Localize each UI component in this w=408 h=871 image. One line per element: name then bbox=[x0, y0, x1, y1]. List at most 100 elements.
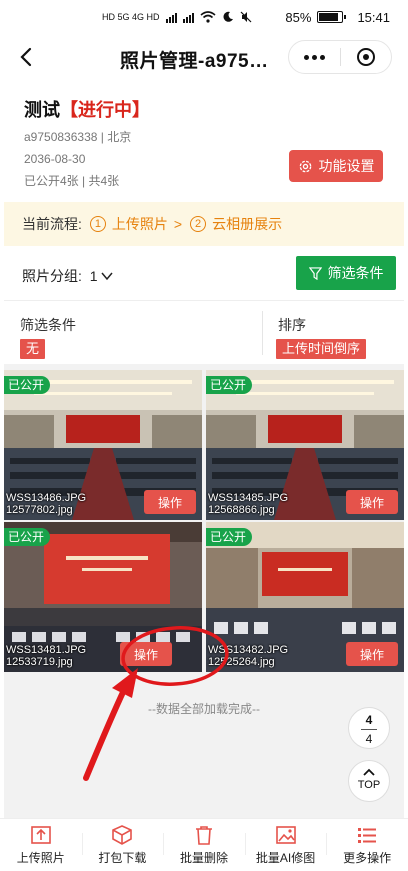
step-label-1: 上传照片 bbox=[111, 216, 168, 232]
filter-summary: 筛选条件 无 排序 上传时间倒序 bbox=[4, 300, 404, 364]
signal-icon bbox=[165, 11, 177, 23]
photo-card[interactable]: 已公开 WSS13486.JPG 12577802.jpg 操作 bbox=[4, 370, 202, 520]
photo-filename: WSS13481.JPG 12533719.jpg bbox=[6, 644, 86, 668]
tab-batch-delete[interactable]: 批量删除 bbox=[163, 819, 245, 871]
workflow-label: 当前流程: bbox=[22, 216, 82, 232]
filter-divider bbox=[262, 311, 263, 355]
photo-filename-line2: 12568866.jpg bbox=[208, 504, 275, 516]
caret-up-icon bbox=[363, 768, 375, 776]
close-button[interactable] bbox=[340, 41, 391, 73]
public-badge: 已公开 bbox=[4, 376, 51, 394]
mini-program-close-icon bbox=[356, 48, 375, 66]
public-badge: 已公开 bbox=[206, 376, 253, 394]
photo-filename-line2: 12525264.jpg bbox=[208, 656, 275, 668]
group-row: 照片分组: 1 筛选条件 bbox=[0, 256, 408, 292]
ai-image-edit-icon bbox=[275, 825, 296, 844]
more-button[interactable] bbox=[289, 41, 340, 73]
mute-icon bbox=[240, 11, 251, 23]
sort-value-tag[interactable]: 上传时间倒序 bbox=[276, 339, 367, 359]
photo-filename-line1: WSS13486.JPG bbox=[6, 492, 87, 504]
chevron-left-icon bbox=[20, 47, 32, 67]
step-number-1: 1 bbox=[89, 216, 106, 232]
public-badge: 已公开 bbox=[4, 528, 51, 546]
filter-value-tag[interactable]: 无 bbox=[20, 339, 46, 359]
battery-icon bbox=[317, 11, 347, 23]
album-title: 测试【进行中】 bbox=[24, 96, 384, 122]
page-title: 照片管理-a975… bbox=[120, 51, 269, 72]
group-label: 照片分组: bbox=[22, 268, 82, 284]
signal-icon-2 bbox=[182, 11, 194, 23]
page-indicator[interactable]: 4 4 bbox=[348, 707, 390, 749]
photo-filename-line1: WSS13482.JPG bbox=[208, 644, 289, 656]
filter-button[interactable]: 筛选条件 bbox=[296, 256, 396, 290]
album-header: 测试【进行中】 a9750836338 | 北京 2036-08-30 已公开4… bbox=[0, 84, 408, 196]
package-download-icon bbox=[112, 824, 133, 845]
network-label: HD 5G 4G HD bbox=[102, 12, 160, 22]
battery-percent: 85% bbox=[285, 9, 312, 25]
photo-card[interactable]: 已公开 WSS13482.JPG 12525264.jpg 操作 bbox=[206, 522, 404, 672]
photo-filename-line2: 12533719.jpg bbox=[6, 656, 73, 668]
back-to-top-label: TOP bbox=[357, 779, 381, 791]
tab-batch-ai-edit[interactable]: 批量AI修图 bbox=[244, 819, 327, 871]
group-value: 1 bbox=[89, 268, 98, 284]
trash-icon bbox=[195, 825, 212, 845]
back-to-top-button[interactable]: TOP bbox=[348, 760, 390, 802]
clock: 15:41 bbox=[357, 9, 390, 25]
filter-title: 筛选条件 bbox=[20, 317, 76, 333]
chevron-down-icon bbox=[101, 272, 114, 281]
network-indicators: HD 5G 4G HD bbox=[102, 11, 252, 23]
photo-filename-line1: WSS13481.JPG bbox=[6, 644, 87, 656]
bottom-action-bar: 上传照片 打包下载 批量删除 批量AI修图 更多操作 bbox=[0, 818, 408, 871]
workflow-bar: 当前流程: 1 上传照片 > 2 云相册展示 bbox=[4, 202, 404, 246]
photo-action-button[interactable]: 操作 bbox=[346, 490, 398, 514]
workflow-step-cloud[interactable]: 2 云相册展示 bbox=[190, 214, 282, 234]
page-total: 4 bbox=[365, 732, 373, 746]
tab-package-download-label: 打包下载 bbox=[98, 850, 147, 865]
tab-upload-label: 上传照片 bbox=[16, 850, 65, 865]
album-state: 【进行中】 bbox=[60, 100, 150, 120]
moon-icon bbox=[223, 11, 233, 22]
group-selector[interactable]: 照片分组: 1 bbox=[22, 266, 114, 286]
status-bar: HD 5G 4G HD 85% 15:41 bbox=[0, 0, 408, 34]
photo-action-button[interactable]: 操作 bbox=[346, 642, 398, 666]
album-id-location: a9750836338 | 北京 bbox=[24, 130, 132, 144]
photo-filename-line2: 12577802.jpg bbox=[6, 504, 73, 516]
photo-action-button[interactable]: 操作 bbox=[144, 490, 196, 514]
tab-more-label: 更多操作 bbox=[343, 850, 392, 865]
photo-filename: WSS13485.JPG 12568866.jpg bbox=[208, 492, 288, 516]
photo-filename: WSS13486.JPG 12577802.jpg bbox=[6, 492, 86, 516]
tab-batch-delete-label: 批量删除 bbox=[179, 850, 228, 865]
photo-action-button[interactable]: 操作 bbox=[120, 642, 172, 666]
back-button[interactable] bbox=[14, 42, 44, 72]
tab-more[interactable]: 更多操作 bbox=[326, 819, 408, 871]
album-name: 测试 bbox=[24, 100, 60, 120]
tab-package-download[interactable]: 打包下载 bbox=[81, 819, 164, 871]
load-complete-text: --数据全部加载完成-- bbox=[148, 702, 260, 716]
step-label-2: 云相册展示 bbox=[212, 216, 283, 232]
page-rule bbox=[361, 729, 377, 730]
menu-list-icon bbox=[358, 827, 377, 843]
funnel-icon bbox=[308, 266, 322, 280]
settings-label: 功能设置 bbox=[318, 158, 375, 174]
step-number-2: 2 bbox=[190, 216, 207, 232]
sort-title: 排序 bbox=[278, 317, 306, 333]
photo-filename-line1: WSS13485.JPG bbox=[208, 492, 289, 504]
photo-card[interactable]: 已公开 WSS13481.JPG 12533719.jpg 操作 bbox=[4, 522, 202, 672]
photo-filename: WSS13482.JPG 12525264.jpg bbox=[208, 644, 288, 668]
tab-upload[interactable]: 上传照片 bbox=[0, 819, 82, 871]
tab-batch-ai-edit-label: 批量AI修图 bbox=[255, 850, 316, 865]
wifi-icon bbox=[199, 11, 216, 23]
photo-card[interactable]: 已公开 WSS13485.JPG 12568866.jpg 操作 bbox=[206, 370, 404, 520]
mini-program-capsule bbox=[288, 40, 392, 74]
nav-bar: 照片管理-a975… bbox=[0, 34, 408, 80]
upload-icon bbox=[30, 825, 51, 844]
workflow-step-upload[interactable]: 1 上传照片 bbox=[89, 214, 168, 234]
gear-icon bbox=[299, 160, 311, 172]
step-arrow: > bbox=[173, 216, 183, 232]
public-badge: 已公开 bbox=[206, 528, 253, 546]
settings-button[interactable]: 功能设置 bbox=[289, 150, 383, 182]
page-current: 4 bbox=[365, 713, 373, 727]
filter-button-label: 筛选条件 bbox=[327, 265, 384, 281]
status-right: 85% 15:41 bbox=[285, 10, 390, 25]
more-dots-icon bbox=[303, 54, 325, 60]
